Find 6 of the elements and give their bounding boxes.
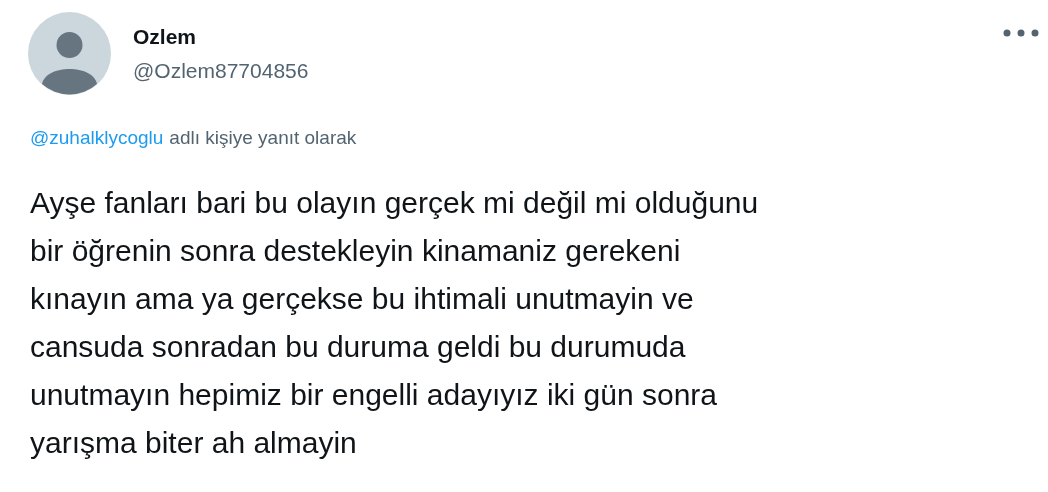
display-name[interactable]: Ozlem [133,22,309,51]
tweet-text: Ayşe fanları bari bu olayın gerçek mi değil mi olduğunu bir öğrenin sonra destekleyin kinamaniz gerekeni kınayın ama ya gerçekse bu ihtimali unutmayin ve cansuda sonradan bu duruma geldi bu durumuda unutmayın hepimiz bir engelli adayıyız iki gün sonra yarışma biter ah almayin [29,185,760,461]
more-icon[interactable] [1003,29,1039,37]
avatar[interactable] [28,12,111,95]
reply-context: adlı kişiye yanıt olarak [169,126,357,150]
user-handle[interactable]: @Ozlem87704856 [133,56,309,85]
